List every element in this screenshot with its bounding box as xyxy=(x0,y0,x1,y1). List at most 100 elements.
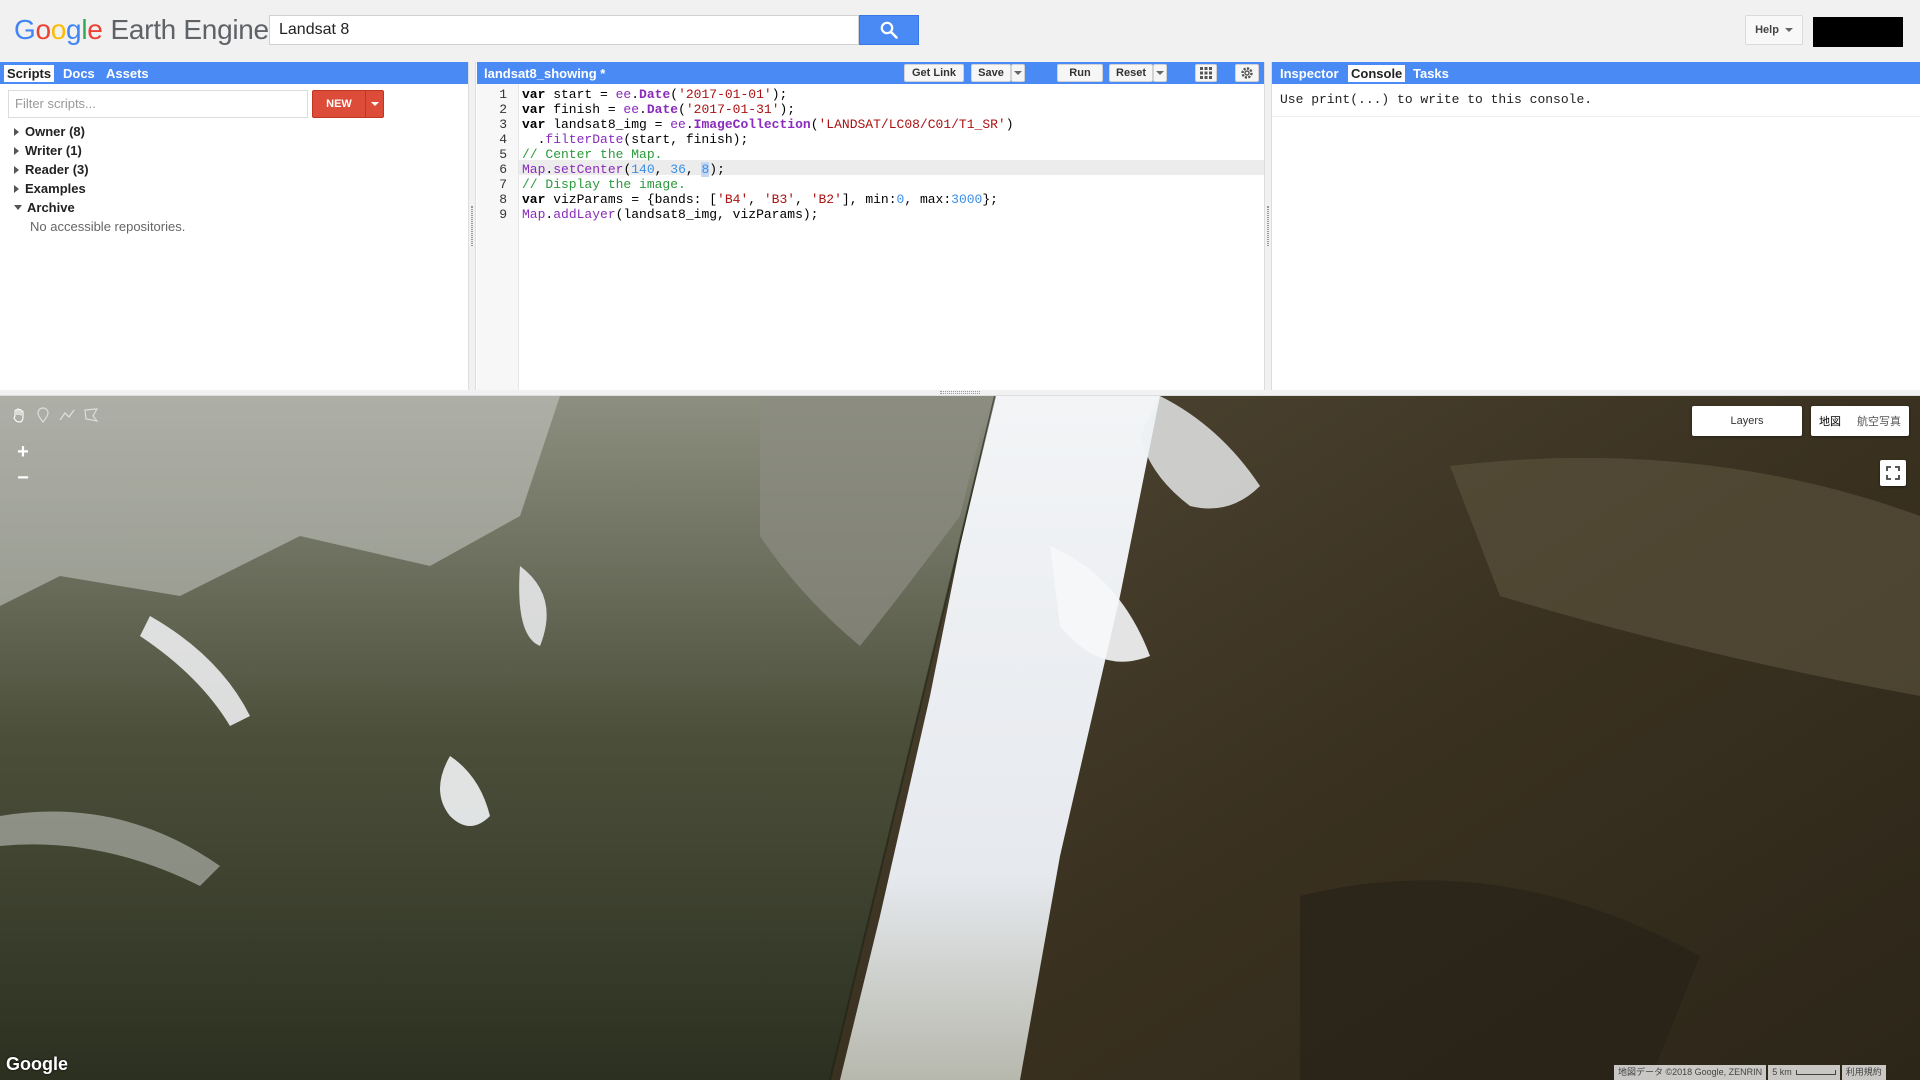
new-dropdown[interactable] xyxy=(365,91,383,117)
map-type-toggle: 地図 航空写真 xyxy=(1811,406,1909,436)
tab-scripts[interactable]: Scripts xyxy=(4,65,55,82)
attribution-text: 地図データ ©2018 Google, ZENRIN xyxy=(1614,1065,1767,1080)
code-line[interactable]: Map.setCenter(140, 36, 8); xyxy=(522,162,725,177)
script-title[interactable]: landsat8_showing * xyxy=(481,65,608,82)
code-line[interactable]: // Center the Map. xyxy=(522,147,662,162)
line-number: 2 xyxy=(499,102,507,117)
code-line[interactable]: var start = ee.Date('2017-01-01'); xyxy=(522,87,787,102)
collapse-arrow-icon xyxy=(14,205,22,210)
chevron-down-icon xyxy=(370,102,379,106)
line-number: 9 xyxy=(499,207,507,222)
satellite-imagery[interactable] xyxy=(0,396,1920,1080)
scale-indicator[interactable]: 5 km xyxy=(1768,1065,1840,1080)
search-input[interactable]: Landsat 8 xyxy=(269,15,859,45)
console-panel-bar: Inspector Console Tasks xyxy=(1272,62,1920,84)
apps-grid-icon xyxy=(1200,67,1212,79)
account-redacted[interactable] xyxy=(1813,17,1903,47)
fullscreen-button[interactable] xyxy=(1880,460,1906,486)
console-hint: Use print(...) to write to this console. xyxy=(1280,92,1593,107)
tab-assets[interactable]: Assets xyxy=(103,65,152,82)
left-resize-handle[interactable] xyxy=(468,62,476,390)
new-label: NEW xyxy=(326,98,352,110)
code-line[interactable]: Map.addLayer(landsat8_img, vizParams); xyxy=(522,207,818,222)
reset-dropdown[interactable] xyxy=(1153,64,1167,82)
line-icon xyxy=(59,409,75,421)
code-line[interactable]: var landsat8_img = ee.ImageCollection('L… xyxy=(522,117,1014,132)
fullscreen-icon xyxy=(1886,466,1900,480)
chevron-down-icon xyxy=(1014,71,1022,75)
chevron-down-icon xyxy=(1156,71,1164,75)
code-line[interactable]: var finish = ee.Date('2017-01-31'); xyxy=(522,102,795,117)
maptype-satellite-button[interactable]: 航空写真 xyxy=(1849,406,1909,436)
scripts-panel-bar: Scripts Docs Assets xyxy=(0,62,468,84)
tree-item-examples[interactable]: Examples xyxy=(14,179,185,198)
settings-button[interactable] xyxy=(1235,64,1259,82)
tree-item-reader[interactable]: Reader (3) xyxy=(14,160,185,179)
line-number: 6 xyxy=(499,162,507,177)
top-header: Google Earth Engine Landsat 8 Help xyxy=(0,0,1920,62)
drawing-tools xyxy=(10,406,100,424)
save-button[interactable]: Save xyxy=(971,64,1011,82)
line-gutter: 1 2 3 4 5 6 7 8 9 xyxy=(477,84,519,390)
tree-item-writer[interactable]: Writer (1) xyxy=(14,141,185,160)
editor-bar: landsat8_showing * Get Link Save Run Res… xyxy=(477,62,1264,84)
marker-tool[interactable] xyxy=(34,406,52,424)
marker-icon xyxy=(37,407,49,423)
script-tree: Owner (8) Writer (1) Reader (3) Examples… xyxy=(14,122,185,236)
line-number: 7 xyxy=(499,177,507,192)
code-line[interactable]: .filterDate(start, finish); xyxy=(522,132,749,147)
zoom-out-icon[interactable]: − xyxy=(10,466,36,492)
search-icon xyxy=(880,21,898,39)
expand-arrow-icon xyxy=(14,184,19,193)
search-button[interactable] xyxy=(859,15,919,45)
tree-item-archive[interactable]: Archive xyxy=(14,198,185,217)
logo-product-name: Earth Engine xyxy=(110,14,270,45)
tab-inspector[interactable]: Inspector xyxy=(1277,65,1342,82)
zoom-controls: + − xyxy=(10,440,36,492)
line-number: 8 xyxy=(499,192,507,207)
scripts-panel: Filter scripts... NEW Owner (8) Writer (… xyxy=(0,84,468,390)
expand-arrow-icon xyxy=(14,165,19,174)
line-number: 3 xyxy=(499,117,507,132)
code-editor[interactable]: 1 2 3 4 5 6 7 8 9 var start = ee.Date('2… xyxy=(477,84,1264,390)
expand-arrow-icon xyxy=(14,146,19,155)
line-number: 1 xyxy=(499,87,507,102)
tab-console[interactable]: Console xyxy=(1348,65,1406,82)
apps-button[interactable] xyxy=(1195,64,1217,82)
terms-link[interactable]: 利用規約 xyxy=(1841,1065,1886,1080)
tree-item-owner[interactable]: Owner (8) xyxy=(14,122,185,141)
tab-tasks[interactable]: Tasks xyxy=(1410,65,1452,82)
help-button[interactable]: Help xyxy=(1745,15,1803,45)
polygon-icon xyxy=(84,408,99,422)
line-number: 4 xyxy=(499,132,507,147)
chevron-down-icon xyxy=(1784,28,1793,32)
new-button[interactable]: NEW xyxy=(312,90,384,118)
save-dropdown[interactable] xyxy=(1011,64,1025,82)
help-label: Help xyxy=(1755,24,1779,36)
get-link-button[interactable]: Get Link xyxy=(904,64,964,82)
map-view[interactable]: + − Layers 地図 航空写真 Google 地図データ ©2018 Go… xyxy=(0,396,1920,1080)
reset-button[interactable]: Reset xyxy=(1109,64,1153,82)
code-line[interactable]: // Display the image. xyxy=(522,177,686,192)
expand-arrow-icon xyxy=(14,127,19,136)
code-line[interactable]: var vizParams = {bands: ['B4', 'B3', 'B2… xyxy=(522,192,998,207)
line-tool[interactable] xyxy=(58,406,76,424)
zoom-in-icon[interactable]: + xyxy=(10,440,36,466)
pan-tool[interactable] xyxy=(10,406,28,424)
right-resize-handle[interactable] xyxy=(1264,62,1272,390)
tab-docs[interactable]: Docs xyxy=(60,65,98,82)
filter-scripts-input[interactable]: Filter scripts... xyxy=(8,90,308,118)
earth-engine-logo[interactable]: Google Earth Engine xyxy=(14,14,269,46)
pan-hand-icon xyxy=(13,408,24,423)
layers-button[interactable]: Layers xyxy=(1692,406,1802,436)
google-logo: Google xyxy=(6,1054,68,1074)
run-button[interactable]: Run xyxy=(1057,64,1103,82)
maptype-map-button[interactable]: 地図 xyxy=(1811,406,1849,436)
scale-bar xyxy=(1795,1070,1836,1076)
archive-empty-text: No accessible repositories. xyxy=(30,219,186,234)
console-output: Use print(...) to write to this console. xyxy=(1272,84,1920,390)
settings-gear-icon xyxy=(1241,67,1253,79)
polygon-tool[interactable] xyxy=(82,406,100,424)
line-number: 5 xyxy=(499,147,507,162)
map-attribution: 地図データ ©2018 Google, ZENRIN 5 km 利用規約 xyxy=(1612,1065,1886,1080)
